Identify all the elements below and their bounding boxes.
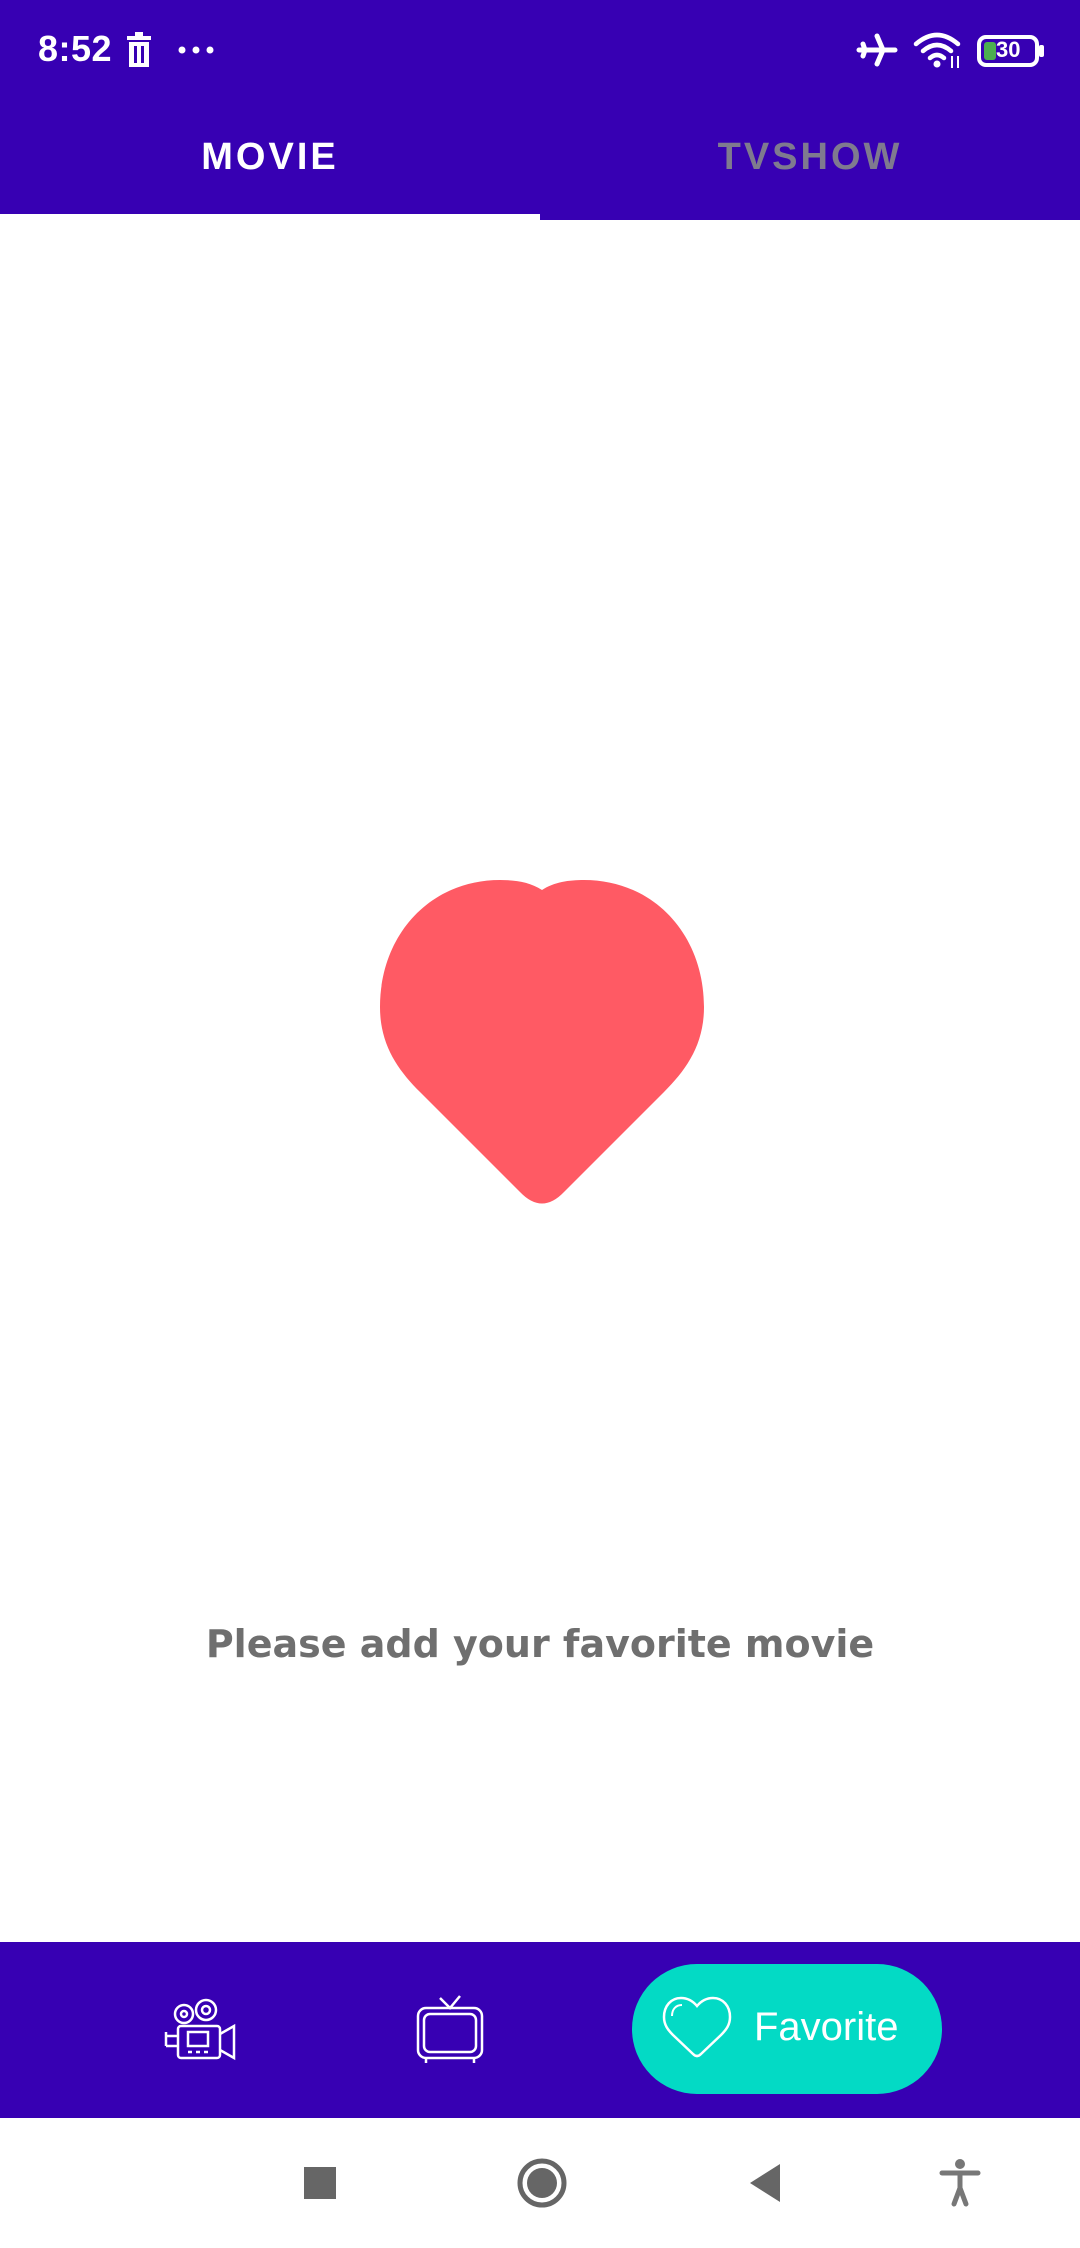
status-left-icons: [124, 30, 220, 75]
back-triangle-icon[interactable]: [746, 2158, 786, 2213]
battery-icon: 30: [976, 30, 1046, 75]
accessibility-icon[interactable]: [938, 2158, 982, 2213]
top-tab-bar: MOVIE TVSHOW: [0, 100, 1080, 220]
heart-outline-icon: [662, 1996, 732, 2065]
tv-icon: [410, 1994, 490, 2071]
battery-level: 30: [996, 37, 1021, 62]
home-circle-icon[interactable]: [516, 2158, 572, 2213]
airplane-icon: [855, 30, 899, 75]
status-bar: 8:52 30: [0, 0, 1080, 100]
system-navigation-bar: [0, 2118, 1080, 2248]
wifi-icon: [912, 30, 962, 75]
nav-tvshows-button[interactable]: [410, 1994, 490, 2066]
tab-tvshow[interactable]: TVSHOW: [540, 100, 1080, 214]
heart-icon: [330, 880, 750, 1280]
movie-camera-icon: [162, 1998, 242, 2073]
tab-movie[interactable]: MOVIE: [0, 100, 540, 214]
recents-square-icon[interactable]: [300, 2158, 340, 2213]
status-time: 8:52: [38, 28, 113, 69]
status-right-icons: 30: [855, 30, 1046, 75]
trash-icon: [124, 30, 154, 75]
empty-state-message: Please add your favorite movie: [205, 1622, 875, 1666]
tab-indicator: [0, 214, 540, 220]
nav-favorite-label: Favorite: [754, 2005, 899, 2049]
more-dots-icon: [176, 30, 220, 75]
bottom-navigation: Favorite: [0, 1942, 1080, 2118]
nav-movies-button[interactable]: [162, 1998, 242, 2068]
nav-favorite-button[interactable]: Favorite: [632, 1964, 942, 2094]
